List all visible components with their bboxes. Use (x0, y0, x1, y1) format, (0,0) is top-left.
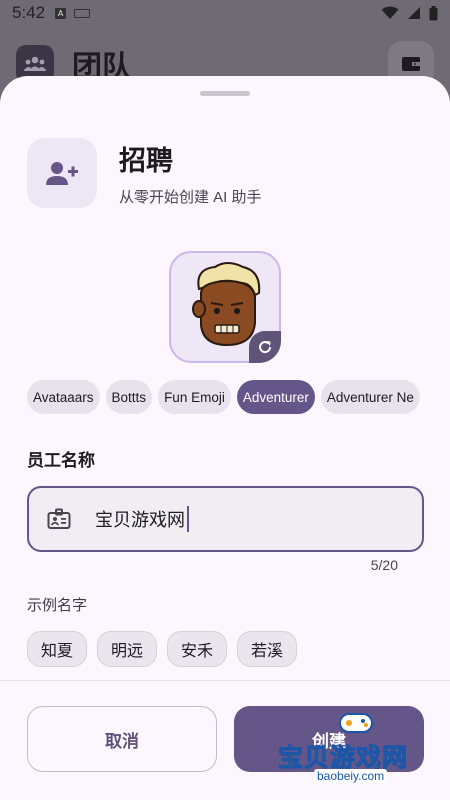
style-chip-adventurer[interactable]: Adventurer (236, 380, 315, 414)
gamepad-icon (339, 713, 373, 733)
refresh-icon (259, 341, 272, 354)
example-names: 知夏 明远 安禾 若溪 (27, 631, 298, 667)
drag-handle[interactable] (200, 91, 250, 96)
example-name-chip[interactable]: 知夏 (27, 631, 88, 667)
example-name-chip[interactable]: 安禾 (167, 631, 228, 667)
sheet-subtitle: 从零开始创建 AI 助手 (119, 189, 262, 206)
avatar-style-chips: Avataaars Bottts Fun Emoji Adventurer Ad… (27, 380, 424, 416)
watermark-url: baobeiy.com (314, 769, 388, 783)
divider (0, 680, 450, 681)
battery-icon (429, 5, 438, 20)
recruit-bottom-sheet: 招聘 从零开始创建 AI 助手 Avataaars Bottts Fun Emo… (0, 76, 450, 800)
employee-name-label: 员工名称 (27, 451, 95, 470)
badge-icon (45, 505, 73, 533)
watermark-logo: 宝贝游戏网 baobeiy.com (277, 708, 436, 783)
avatar-preview (169, 251, 281, 363)
keyboard-icon (74, 8, 91, 18)
style-chip-avataaars[interactable]: Avataaars (27, 380, 100, 414)
text-caret (187, 506, 189, 532)
style-chip-bottts[interactable]: Bottts (105, 380, 153, 414)
character-counter: 5/20 (370, 557, 398, 573)
sheet-title: 招聘 (119, 146, 173, 176)
person-add-icon (27, 138, 97, 208)
cancel-button[interactable]: 取消 (27, 706, 217, 772)
notification-icon: A (55, 7, 67, 19)
style-chip-fun-emoji[interactable]: Fun Emoji (158, 380, 231, 414)
employee-name-input[interactable]: 宝贝游戏网 (27, 486, 424, 552)
example-name-chip[interactable]: 明远 (97, 631, 158, 667)
example-name-chip[interactable]: 若溪 (237, 631, 298, 667)
signal-icon (408, 7, 420, 19)
wifi-icon (381, 6, 399, 19)
status-bar: 5:42 A (0, 0, 450, 26)
employee-name-value: 宝贝游戏网 (95, 510, 185, 530)
status-time: 5:42 (12, 3, 46, 22)
style-chip-adventurer-neutral[interactable]: Adventurer Ne (320, 380, 420, 414)
example-names-label: 示例名字 (27, 597, 88, 614)
sheet-header: 招聘 从零开始创建 AI 助手 (27, 138, 262, 208)
